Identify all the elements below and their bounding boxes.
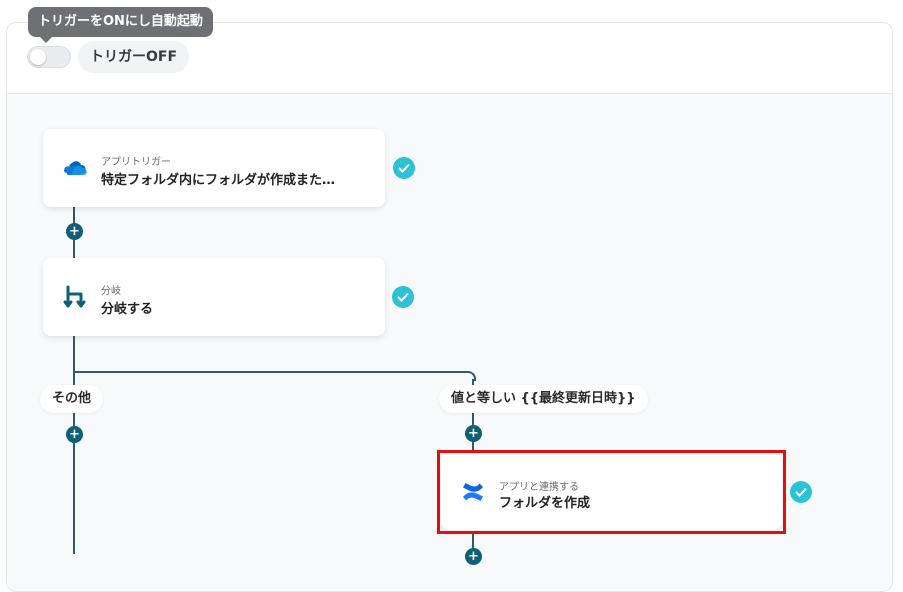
check-icon (392, 286, 414, 308)
step-card-trigger[interactable]: アプリトリガー 特定フォルダ内にフォルダが作成また… (43, 129, 385, 207)
trigger-status-label: トリガーOFF (78, 41, 190, 73)
step-card-branch[interactable]: 分岐 分岐する (43, 258, 385, 336)
add-step-button[interactable]: + (465, 425, 482, 442)
branch-label-equals[interactable]: 値と等しい {{最終更新日時}} (439, 385, 648, 413)
trigger-tooltip: トリガーをONにし自動起動 (28, 7, 213, 43)
branch-label-other[interactable]: その他 (40, 385, 104, 413)
trigger-toggle[interactable] (27, 46, 71, 68)
step-subtitle: アプリトリガー (101, 157, 171, 168)
add-step-button[interactable]: + (66, 426, 83, 443)
connector-line (73, 336, 75, 554)
connector-line (73, 371, 466, 373)
onedrive-icon (61, 154, 89, 182)
check-icon (393, 157, 415, 179)
step-title: 特定フォルダ内にフォルダが作成また… (101, 173, 336, 188)
check-icon (790, 481, 812, 503)
toggle-knob (30, 49, 46, 65)
step-subtitle: 分岐 (101, 286, 121, 297)
add-step-button[interactable]: + (66, 223, 83, 240)
branch-icon (61, 283, 89, 311)
add-step-button[interactable]: + (465, 548, 482, 565)
step-title: 分岐する (101, 302, 154, 317)
highlight-box (437, 450, 786, 534)
